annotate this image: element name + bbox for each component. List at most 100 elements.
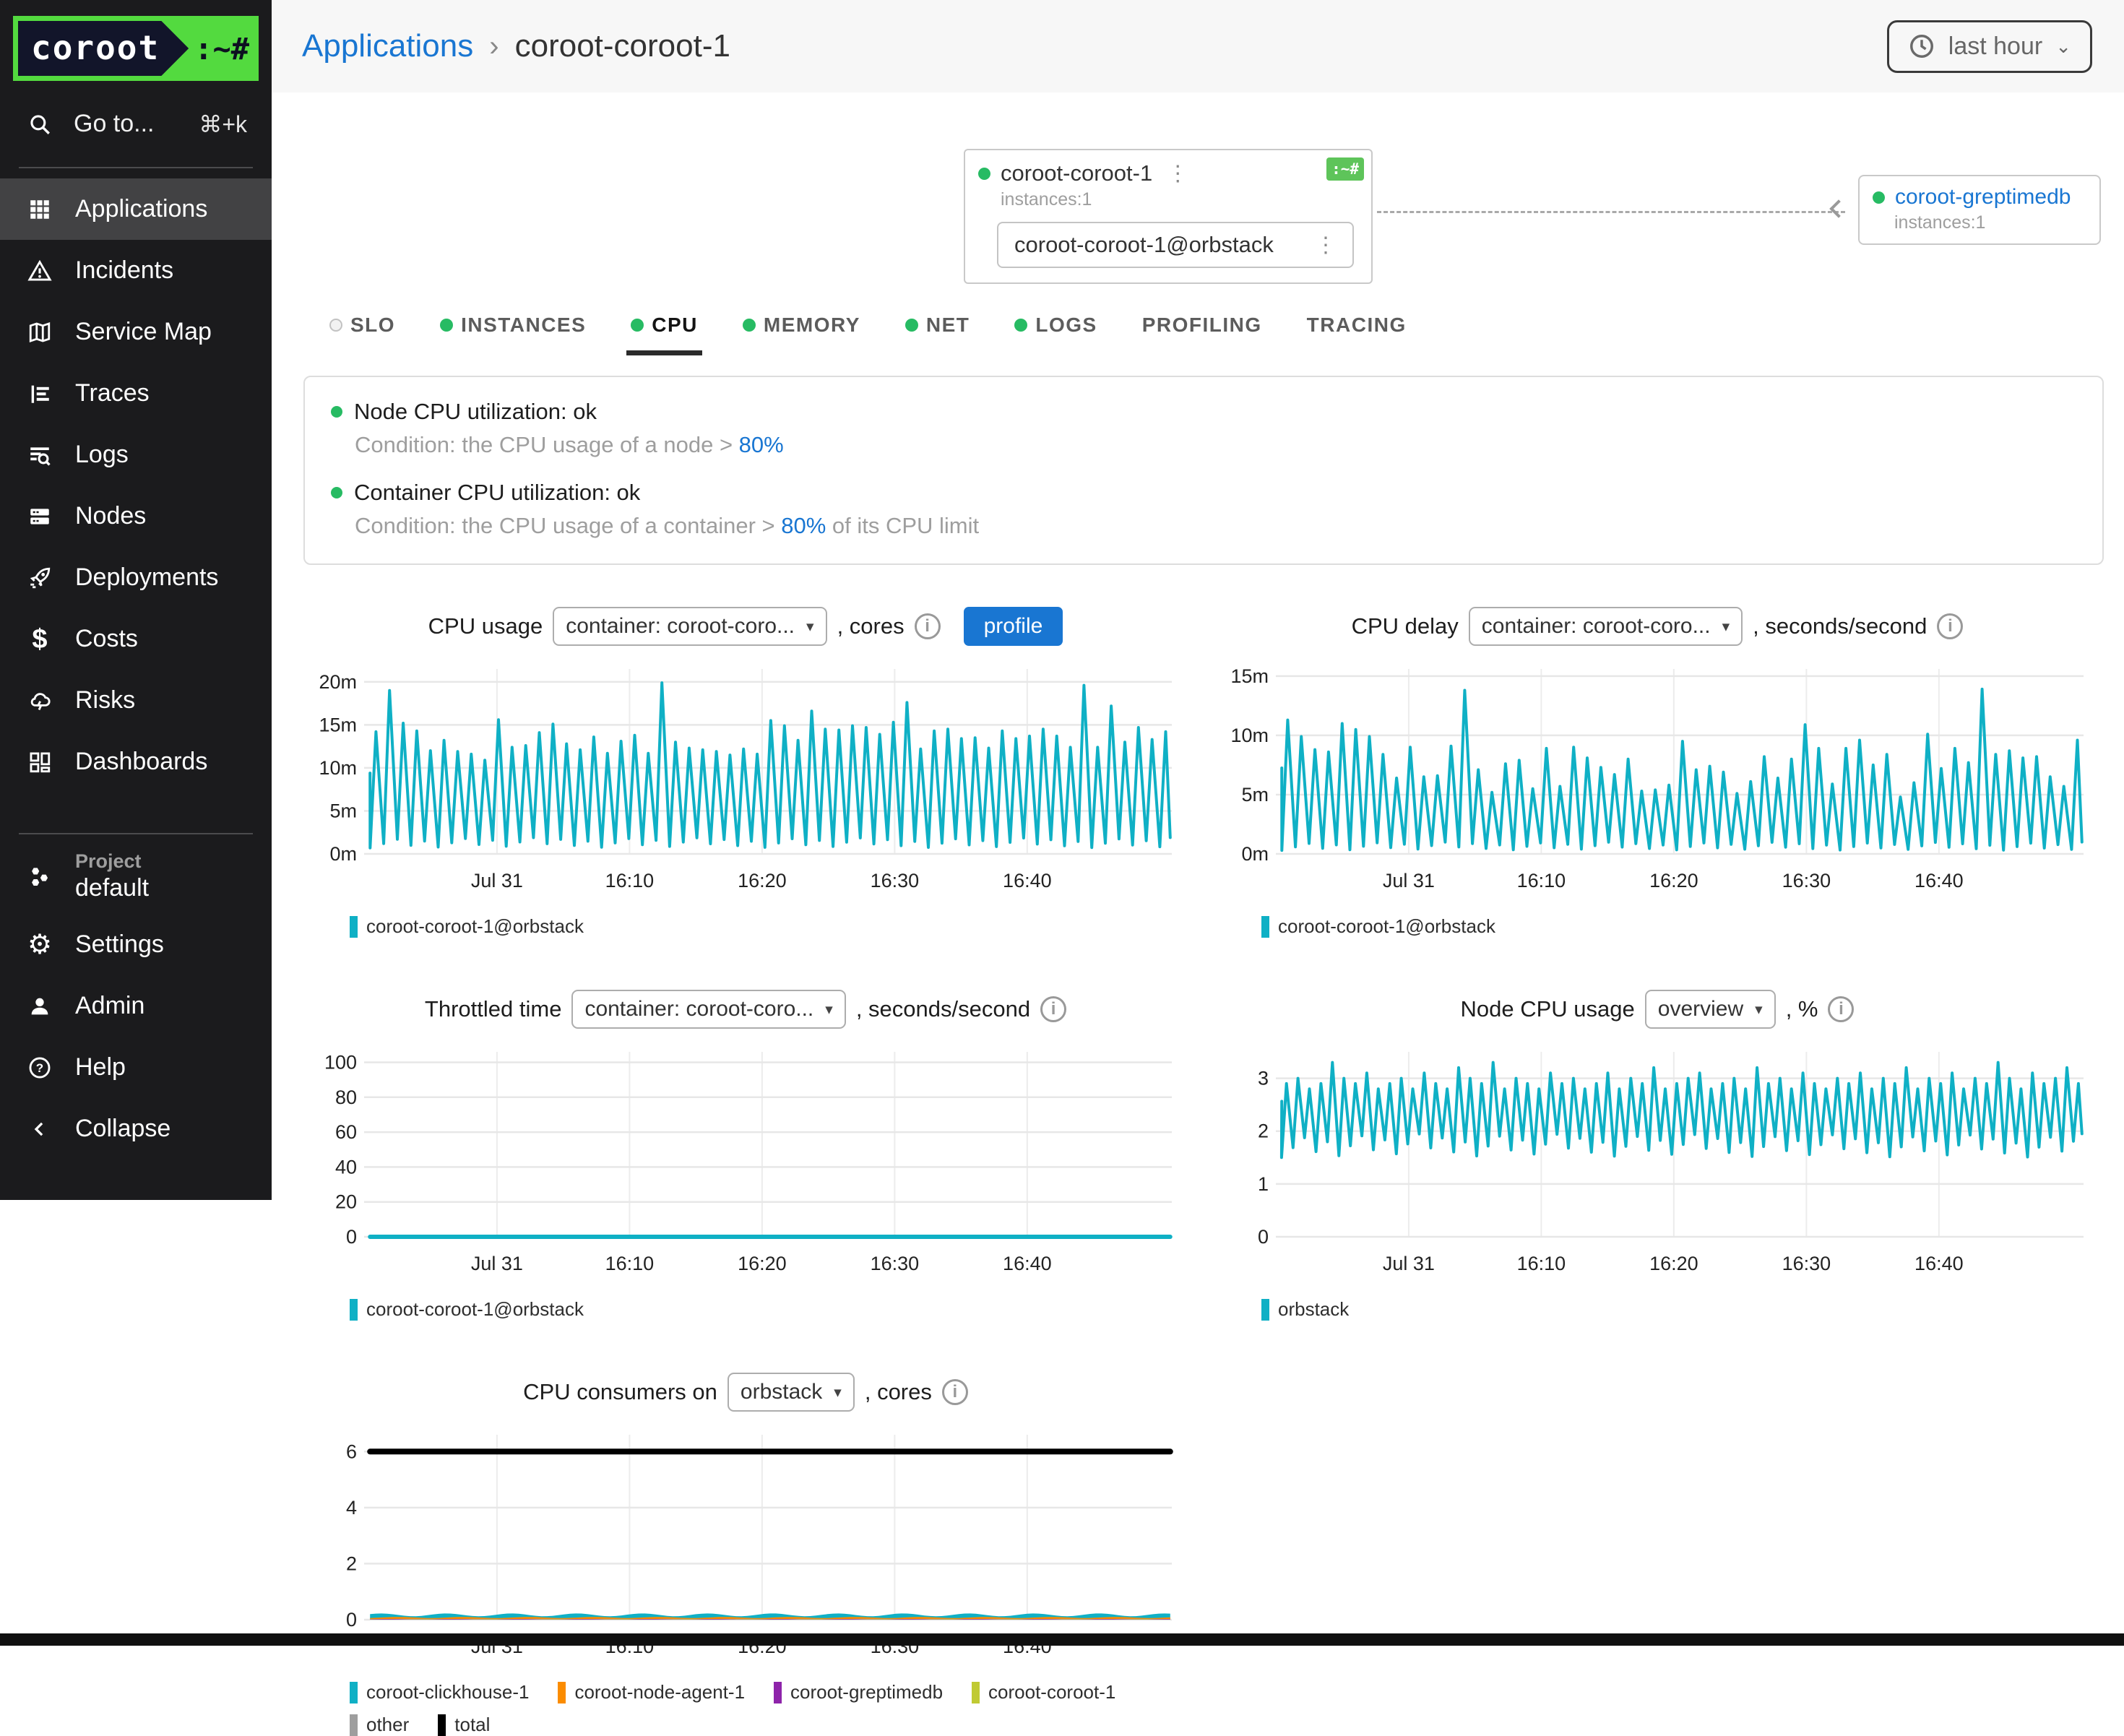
- sidebar-item-admin[interactable]: Admin: [0, 975, 272, 1037]
- sidebar-item-label: Dashboards: [75, 748, 207, 776]
- svg-text:2: 2: [1258, 1120, 1269, 1142]
- chart-legend: coroot-coroot-1@orbstack: [350, 915, 1173, 938]
- legend-item[interactable]: coroot-coroot-1@orbstack: [350, 1298, 584, 1321]
- svg-text:3: 3: [1258, 1068, 1269, 1089]
- sidebar-item-dashboards[interactable]: Dashboards: [0, 731, 272, 793]
- info-icon[interactable]: i: [1828, 996, 1854, 1022]
- kebab-menu-icon[interactable]: ⋮: [1162, 161, 1193, 186]
- legend-swatch: [1261, 1299, 1269, 1321]
- legend-item[interactable]: coroot-greptimedb: [774, 1681, 943, 1703]
- svg-text:0: 0: [346, 1226, 357, 1248]
- info-icon[interactable]: i: [915, 613, 941, 639]
- sidebar-item-costs[interactable]: $ Costs: [0, 608, 272, 670]
- legend-swatch: [350, 1299, 358, 1321]
- tab-logs[interactable]: LOGS: [1014, 314, 1097, 347]
- breadcrumb-applications-link[interactable]: Applications: [302, 28, 473, 64]
- sidebar-item-nodes[interactable]: Nodes: [0, 485, 272, 547]
- goto-search[interactable]: Go to... ⌘+k: [0, 88, 272, 163]
- instance-coroot-coroot-1-orbstack[interactable]: coroot-coroot-1@orbstack ⋮: [997, 222, 1354, 268]
- sidebar-item-help[interactable]: ? Help: [0, 1037, 272, 1098]
- tab-slo[interactable]: SLO: [329, 314, 395, 347]
- sidebar-item-label: Collapse: [75, 1115, 170, 1143]
- tab-instances[interactable]: INSTANCES: [440, 314, 586, 347]
- legend-swatch: [350, 916, 358, 938]
- legend-item[interactable]: coroot-coroot-1: [972, 1681, 1115, 1703]
- legend-swatch: [972, 1682, 980, 1703]
- cpu-delay-plot: Jul 3116:1016:2016:3016:400m5m10m15m: [1224, 657, 2091, 897]
- clock-icon: [1908, 33, 1935, 60]
- person-icon: [26, 993, 53, 1020]
- gear-icon: ⚙: [26, 931, 53, 959]
- check-title-text: Node CPU utilization: ok: [354, 399, 597, 425]
- check-threshold-link[interactable]: 80%: [781, 513, 826, 538]
- sidebar-item-collapse[interactable]: Collapse: [0, 1098, 272, 1160]
- server-icon: [26, 503, 53, 530]
- info-icon[interactable]: i: [1040, 996, 1066, 1022]
- tab-cpu[interactable]: CPU: [631, 314, 698, 347]
- slo-status-dot: [329, 319, 342, 332]
- svg-text:16:30: 16:30: [871, 1253, 920, 1274]
- dropdown-caret-icon: ▾: [825, 1001, 833, 1019]
- sidebar-item-service-map[interactable]: Service Map: [0, 301, 272, 363]
- warning-triangle-icon: [26, 257, 53, 285]
- project-hexagons-icon: [26, 863, 53, 890]
- svg-text:0m: 0m: [1241, 843, 1269, 865]
- dropdown-caret-icon: ▾: [1755, 1001, 1763, 1019]
- profile-button[interactable]: profile: [964, 607, 1063, 646]
- chart-selector-dropdown[interactable]: orbstack▾: [728, 1373, 855, 1412]
- project-selector[interactable]: Project default: [0, 839, 272, 914]
- legend-label: coroot-clickhouse-1: [366, 1681, 529, 1703]
- status-dot: [331, 487, 342, 498]
- sidebar-item-settings[interactable]: ⚙ Settings: [0, 914, 272, 975]
- info-icon[interactable]: i: [1937, 613, 1963, 639]
- sidebar-item-label: Risks: [75, 686, 135, 714]
- sidebar-item-applications[interactable]: Applications: [0, 178, 272, 240]
- svg-text:40: 40: [335, 1156, 357, 1178]
- svg-text:100: 100: [324, 1051, 357, 1073]
- chart-cpu-consumers: CPU consumers on orbstack▾ , cores i Jul…: [312, 1373, 1179, 1736]
- sidebar-item-risks[interactable]: Risks: [0, 670, 272, 731]
- kebab-menu-icon[interactable]: ⋮: [1311, 233, 1341, 258]
- status-dot: [978, 168, 990, 180]
- legend-item[interactable]: other: [350, 1714, 409, 1736]
- svg-text:15m: 15m: [1230, 665, 1269, 687]
- svg-text:6: 6: [346, 1441, 357, 1462]
- tab-tracing[interactable]: TRACING: [1307, 314, 1407, 347]
- chart-selector-dropdown[interactable]: container: coroot-coro...▾: [1469, 607, 1743, 646]
- memory-status-dot: [743, 319, 756, 332]
- legend-label: other: [366, 1714, 409, 1736]
- legend-item[interactable]: coroot-coroot-1@orbstack: [1261, 915, 1495, 938]
- greptimedb-link[interactable]: coroot-greptimedb: [1895, 185, 2071, 210]
- time-range-picker[interactable]: last hour ⌄: [1887, 20, 2092, 73]
- chart-title-text: CPU usage: [428, 613, 543, 639]
- svg-text:5m: 5m: [329, 800, 357, 821]
- sidebar-item-incidents[interactable]: Incidents: [0, 240, 272, 301]
- legend-label: coroot-coroot-1@orbstack: [1278, 915, 1495, 938]
- sidebar-item-deployments[interactable]: Deployments: [0, 547, 272, 608]
- svg-text:20m: 20m: [319, 671, 357, 693]
- net-status-dot: [905, 319, 918, 332]
- tab-net[interactable]: NET: [905, 314, 970, 347]
- legend-item[interactable]: orbstack: [1261, 1298, 1349, 1321]
- tab-memory[interactable]: MEMORY: [743, 314, 860, 347]
- svg-text:20: 20: [335, 1191, 357, 1213]
- legend-item[interactable]: coroot-coroot-1@orbstack: [350, 915, 584, 938]
- legend-item[interactable]: coroot-node-agent-1: [558, 1681, 745, 1703]
- legend-swatch: [438, 1714, 446, 1736]
- sidebar-item-label: Applications: [75, 195, 207, 223]
- check-container-cpu: Container CPU utilization: ok Condition:…: [331, 480, 2076, 539]
- tab-profiling[interactable]: PROFILING: [1142, 314, 1262, 347]
- sidebar-divider: [19, 167, 253, 168]
- chart-selector-dropdown[interactable]: container: coroot-coro...▾: [553, 607, 826, 646]
- sidebar-item-label: Deployments: [75, 563, 218, 592]
- legend-item[interactable]: total: [438, 1714, 490, 1736]
- info-icon[interactable]: i: [942, 1379, 968, 1405]
- chart-selector-dropdown[interactable]: overview▾: [1645, 990, 1776, 1029]
- sidebar-item-traces[interactable]: Traces: [0, 363, 272, 424]
- legend-item[interactable]: coroot-clickhouse-1: [350, 1681, 529, 1703]
- chart-selector-dropdown[interactable]: container: coroot-coro...▾: [571, 990, 845, 1029]
- check-threshold-link[interactable]: 80%: [739, 432, 784, 457]
- sidebar-item-logs[interactable]: Logs: [0, 424, 272, 485]
- check-condition-text: Condition: the CPU usage of a container …: [355, 513, 781, 538]
- chart-legend: coroot-coroot-1@orbstack: [350, 1298, 1173, 1321]
